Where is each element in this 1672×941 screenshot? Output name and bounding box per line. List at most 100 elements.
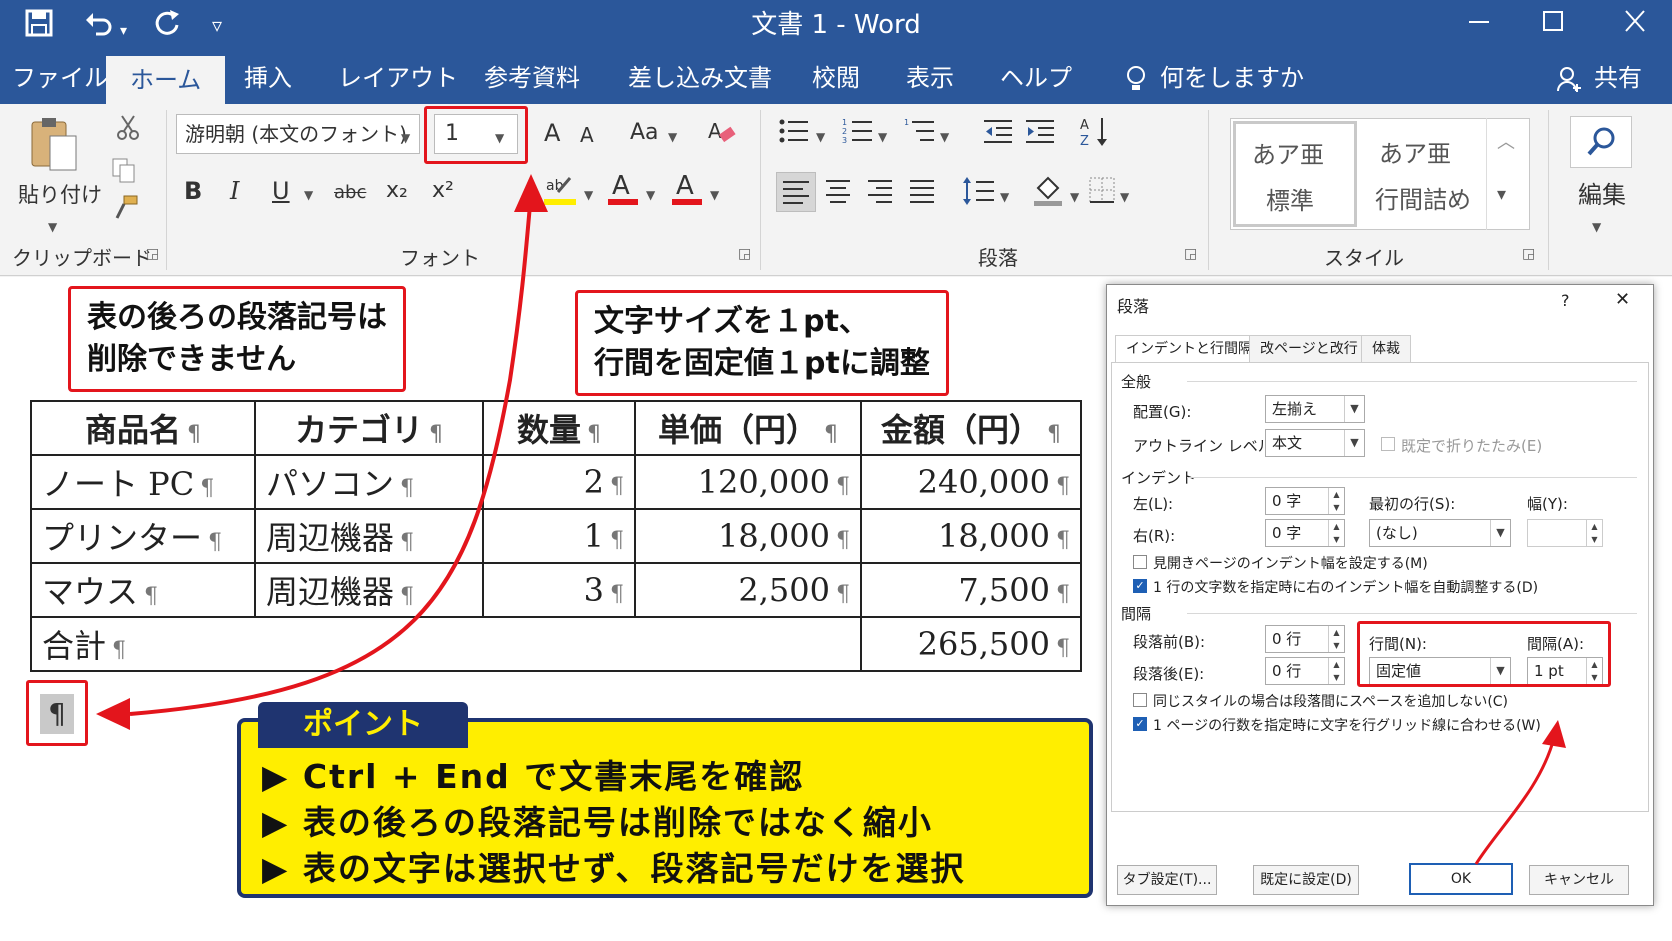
table-cell[interactable]: 3 ¶ <box>482 562 636 618</box>
share-button[interactable]: 共有 <box>1594 52 1642 104</box>
table-cell[interactable]: 18,000 ¶ <box>634 508 862 564</box>
paste-dropdown-icon[interactable]: ▼ <box>48 208 57 242</box>
table-header-cell[interactable]: 単価（円） ¶ <box>634 400 862 456</box>
table-header-cell[interactable]: 商品名 ¶ <box>30 400 256 456</box>
maximize-icon[interactable] <box>1528 6 1578 45</box>
highlight-color-icon[interactable]: ab <box>544 172 578 213</box>
multilevel-dropdown-icon[interactable]: ▼ <box>940 118 949 152</box>
change-case-dropdown-icon[interactable]: ▼ <box>668 118 677 152</box>
multilevel-list-icon[interactable]: 1 <box>904 118 934 151</box>
dialog-close-button[interactable]: ✕ <box>1615 289 1630 310</box>
table-cell[interactable]: 7,500 ¶ <box>860 562 1082 618</box>
minimize-icon[interactable] <box>1454 6 1504 45</box>
spacing-after-spinner[interactable]: 0 行 ▲ ▼ <box>1265 657 1345 685</box>
find-button[interactable] <box>1570 116 1632 168</box>
line-spacing-icon[interactable] <box>962 176 994 213</box>
spinner-arrows-icon[interactable]: ▲ ▼ <box>1328 488 1344 514</box>
indent-by-spinner[interactable]: ▲ ▼ <box>1527 519 1603 547</box>
table-cell[interactable]: マウス ¶ <box>30 562 256 618</box>
tab-layout[interactable]: レイアウト <box>338 52 458 104</box>
table-cell[interactable]: 周辺機器 ¶ <box>254 508 484 564</box>
table-header-cell[interactable]: 数量 ¶ <box>482 400 636 456</box>
indent-right-spinner[interactable]: 0 字 ▲ ▼ <box>1265 519 1345 547</box>
collapse-default-checkbox[interactable] <box>1381 437 1395 451</box>
spinner-arrows-icon[interactable]: ▲ ▼ <box>1586 520 1602 546</box>
justify-icon[interactable] <box>908 178 936 213</box>
editing-label[interactable]: 編集 <box>1578 180 1626 210</box>
tab-mailings[interactable]: 差し込み文書 <box>628 52 772 104</box>
clipboard-launcher-icon[interactable]: ◲ <box>146 246 159 262</box>
spacing-before-spinner[interactable]: 0 行 ▲ ▼ <box>1265 625 1345 653</box>
spinner-arrows-icon[interactable]: ▲ ▼ <box>1328 520 1344 546</box>
numbering-icon[interactable]: 123 <box>842 118 872 151</box>
styles-launcher-icon[interactable]: ◲ <box>1522 246 1535 262</box>
tab-help[interactable]: ヘルプ <box>1000 52 1072 104</box>
grow-font-button[interactable]: A <box>544 118 560 148</box>
cut-icon[interactable] <box>114 114 142 149</box>
tab-indents-spacing[interactable]: インデントと行間隔 <box>1115 335 1263 363</box>
table-cell[interactable]: 2 ¶ <box>482 454 636 510</box>
share-user-icon[interactable] <box>1556 52 1582 104</box>
table-header-cell[interactable]: カテゴリ ¶ <box>254 400 484 456</box>
shrink-font-button[interactable]: A <box>580 120 594 150</box>
tab-view[interactable]: 表示 <box>906 52 954 104</box>
superscript-button[interactable]: x² <box>432 176 454 206</box>
no-space-same-style-checkbox[interactable] <box>1133 693 1147 707</box>
copy-icon[interactable] <box>110 156 138 191</box>
highlight-dropdown-icon[interactable]: ▼ <box>584 176 593 210</box>
first-line-select[interactable]: (なし) ▼ <box>1369 519 1511 547</box>
close-window-icon[interactable] <box>1610 6 1660 45</box>
tab-file[interactable]: ファイル <box>12 52 108 104</box>
table-cell[interactable]: 2,500 ¶ <box>634 562 862 618</box>
change-case-button[interactable]: Aa <box>630 118 659 148</box>
underline-button[interactable]: U <box>272 176 290 206</box>
table-cell[interactable]: プリンター ¶ <box>30 508 256 564</box>
decrease-indent-icon[interactable] <box>984 118 1012 151</box>
tab-insert[interactable]: 挿入 <box>244 52 292 104</box>
line-spacing-dropdown-icon[interactable]: ▼ <box>1000 178 1009 212</box>
align-right-icon[interactable] <box>866 178 894 213</box>
sort-icon[interactable]: AZ <box>1080 116 1110 155</box>
table-cell[interactable]: ノート PC ¶ <box>30 454 256 510</box>
align-center-icon[interactable] <box>824 178 852 213</box>
font-color-icon[interactable]: A <box>606 170 640 213</box>
font-launcher-icon[interactable]: ◲ <box>738 246 751 262</box>
numbering-dropdown-icon[interactable]: ▼ <box>878 118 887 152</box>
table-cell[interactable]: 周辺機器 ¶ <box>254 562 484 618</box>
set-default-button[interactable]: 既定に設定(D) <box>1253 865 1359 895</box>
spinner-arrows-icon[interactable]: ▲ ▼ <box>1328 626 1344 652</box>
borders-icon[interactable] <box>1088 176 1116 211</box>
tab-asian-typography[interactable]: 体裁 <box>1361 335 1411 363</box>
table-cell[interactable]: 120,000 ¶ <box>634 454 862 510</box>
subscript-button[interactable]: x₂ <box>386 176 408 206</box>
table-header-cell[interactable]: 金額（円） ¶ <box>860 400 1082 456</box>
mirror-indents-checkbox[interactable] <box>1133 555 1147 569</box>
clear-format-icon[interactable]: A <box>706 116 736 153</box>
editing-dropdown-icon[interactable]: ▼ <box>1592 208 1601 242</box>
format-painter-icon[interactable] <box>112 194 140 229</box>
table-cell[interactable]: パソコン ¶ <box>254 454 484 510</box>
italic-button[interactable]: I <box>230 176 239 206</box>
shading-dropdown-icon[interactable]: ▼ <box>1070 178 1079 212</box>
style-normal[interactable]: あア亜 標準 <box>1233 121 1357 227</box>
table-cell[interactable]: 18,000 ¶ <box>860 508 1082 564</box>
font-name-combo[interactable]: 游明朝 (本文のフォント) ▼ <box>176 114 420 154</box>
table-cell[interactable]: 1 ¶ <box>482 508 636 564</box>
trailing-paragraph-mark[interactable]: ¶ <box>40 694 74 734</box>
tab-review[interactable]: 校閲 <box>812 52 860 104</box>
table-cell[interactable]: 240,000 ¶ <box>860 454 1082 510</box>
ok-button[interactable]: OK <box>1409 863 1513 895</box>
tab-line-page-breaks[interactable]: 改ページと改行 <box>1249 335 1369 363</box>
underline-dropdown-icon[interactable]: ▼ <box>304 176 313 210</box>
paste-button[interactable]: 貼り付け <box>18 180 102 210</box>
bullets-icon[interactable] <box>778 118 808 151</box>
paste-icon[interactable] <box>28 114 82 183</box>
auto-adjust-indent-checkbox[interactable]: ✓ <box>1133 579 1147 593</box>
font-name-dropdown-icon[interactable]: ▼ <box>401 119 410 153</box>
snap-to-grid-checkbox[interactable]: ✓ <box>1133 717 1147 731</box>
font-color-dropdown-icon[interactable]: ▼ <box>646 176 655 210</box>
indent-left-spinner[interactable]: 0 字 ▲ ▼ <box>1265 487 1345 515</box>
shading-icon[interactable] <box>1032 174 1064 213</box>
dialog-help-button[interactable]: ? <box>1561 291 1570 310</box>
table-total-value-cell[interactable]: 265,500 ¶ <box>860 616 1082 672</box>
